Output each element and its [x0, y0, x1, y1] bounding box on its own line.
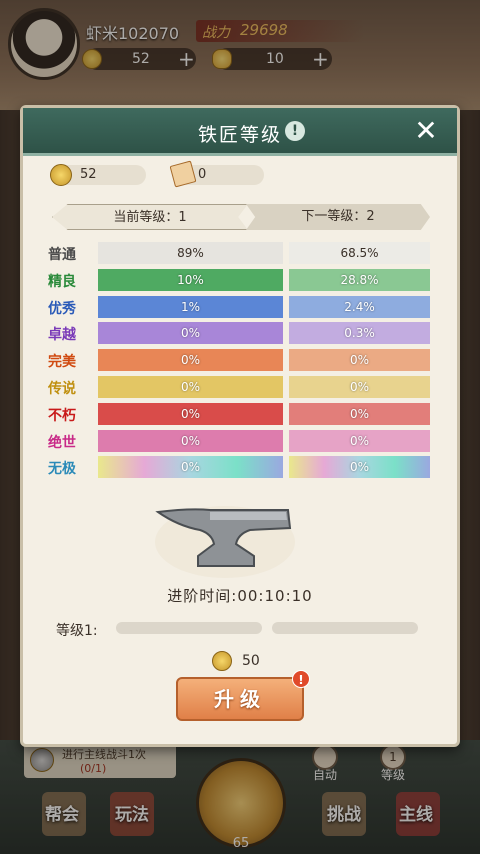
level-progress-bar-1 [116, 622, 262, 634]
next-rate-bar: 0.3% [289, 322, 430, 344]
modal-title: 铁匠等级 [197, 124, 282, 146]
quality-label: 完美 [48, 354, 76, 370]
quality-label: 不朽 [48, 408, 76, 424]
current-rate-bar: 0% [98, 349, 283, 371]
anvil-icon [150, 500, 300, 580]
tab-current-level[interactable]: 当前等级：1 [52, 204, 248, 230]
current-rate-bar: 0% [98, 430, 283, 452]
current-rate-bar: 0% [98, 376, 283, 398]
current-rate-bar: 1% [98, 296, 283, 318]
next-rate-bar: 0% [289, 403, 430, 425]
next-rate-bar: 0% [289, 376, 430, 398]
current-rate-bar: 89% [98, 242, 283, 264]
quality-label: 精良 [48, 274, 76, 290]
modal-coin-count: 52 [80, 167, 97, 182]
upgrade-alert-badge: ! [292, 670, 310, 688]
quality-label: 卓越 [48, 327, 76, 343]
quality-label: 传说 [48, 381, 76, 397]
close-button[interactable]: ✕ [411, 116, 441, 146]
modal-header: 铁匠等级 ! ✕ [23, 108, 457, 156]
level-progress-bar-2 [272, 622, 418, 634]
coin-icon [50, 164, 72, 186]
next-rate-bar: 0% [289, 456, 430, 478]
upgrade-button[interactable]: 升级 [176, 677, 304, 721]
quality-label: 优秀 [48, 301, 76, 317]
quality-label: 普通 [48, 247, 76, 263]
current-rate-bar: 0% [98, 322, 283, 344]
current-rate-bar: 0% [98, 456, 283, 478]
tab-next-level[interactable]: 下一等级：2 [246, 204, 430, 230]
current-rate-bar: 10% [98, 269, 283, 291]
cost-coin-icon [212, 651, 232, 671]
level-progress-label: 等级1: [56, 623, 98, 639]
quality-label: 无极 [48, 461, 76, 477]
modal-scroll-count: 0 [198, 167, 207, 182]
advance-time: 进阶时间:00:10:10 [167, 587, 313, 605]
current-rate-bar: 0% [98, 403, 283, 425]
next-rate-bar: 28.8% [289, 269, 430, 291]
next-rate-bar: 2.4% [289, 296, 430, 318]
blacksmith-level-modal: 铁匠等级 ! ✕ [20, 105, 460, 747]
next-rate-bar: 0% [289, 349, 430, 371]
next-rate-bar: 0% [289, 430, 430, 452]
quality-label: 绝世 [48, 435, 76, 451]
upgrade-cost: 50 [242, 653, 260, 669]
help-icon[interactable]: ! [285, 121, 305, 141]
next-rate-bar: 68.5% [289, 242, 430, 264]
